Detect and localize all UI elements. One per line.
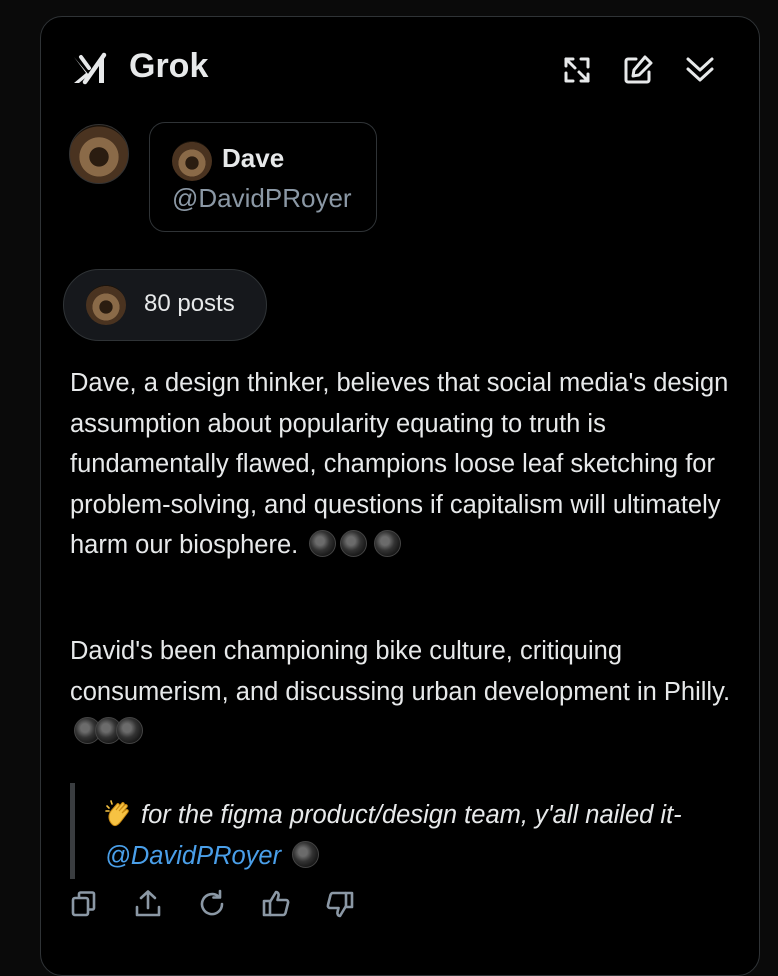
- share-icon[interactable]: [132, 888, 164, 920]
- xai-logo-icon: [71, 49, 109, 87]
- thumbs-down-icon[interactable]: [324, 888, 356, 920]
- regenerate-icon[interactable]: [196, 888, 228, 920]
- quoted-post[interactable]: for the figma product/design team, y'all…: [70, 783, 725, 879]
- summary-paragraph-2-text: David's been championing bike culture, c…: [70, 637, 731, 706]
- quoted-post-text: for the figma product/design team, y'all…: [105, 795, 725, 876]
- user-name: Dave: [222, 143, 285, 173]
- thumbs-up-icon[interactable]: [260, 888, 292, 920]
- source-avatar-icon[interactable]: [374, 530, 402, 557]
- new-chat-icon[interactable]: [621, 53, 655, 87]
- summary-paragraph-2: David's been championing bike culture, c…: [70, 631, 742, 753]
- posts-count-button[interactable]: 80 posts: [63, 269, 267, 341]
- response-actions: [26, 888, 356, 928]
- posts-count-label: 80 posts: [144, 290, 235, 317]
- grok-header: Grok: [41, 17, 759, 117]
- collapse-icon[interactable]: [683, 53, 717, 87]
- quoted-post-body: for the figma product/design team, y'all…: [141, 801, 682, 829]
- source-avatar-icon[interactable]: [309, 530, 337, 557]
- clapping-hands-icon: [105, 799, 135, 829]
- source-avatar-icon[interactable]: [292, 840, 320, 868]
- user-handle: @DavidPRoyer: [172, 183, 352, 213]
- expand-icon[interactable]: [560, 53, 594, 87]
- posts-avatar: [86, 285, 126, 325]
- mention-link[interactable]: @DavidPRoyer: [105, 842, 281, 870]
- page-title: Grok: [129, 47, 209, 85]
- summary-paragraph-1-text: Dave, a design thinker, believes that so…: [70, 369, 729, 559]
- source-avatar-icon[interactable]: [116, 717, 143, 744]
- user-card-avatar: [172, 141, 212, 181]
- summary-paragraph-1: Dave, a design thinker, believes that so…: [70, 363, 742, 566]
- avatar[interactable]: [69, 124, 129, 184]
- copy-icon[interactable]: [68, 888, 100, 920]
- source-avatar-icon[interactable]: [340, 530, 368, 557]
- user-card[interactable]: Dave @DavidPRoyer: [149, 122, 377, 232]
- grok-panel: Grok Dave @DavidPRoyer 80 posts Dave, a …: [40, 16, 760, 976]
